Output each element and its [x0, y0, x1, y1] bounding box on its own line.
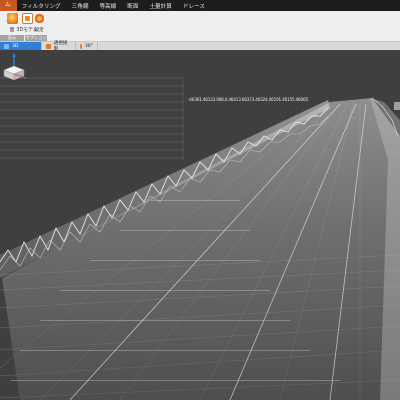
- ribbon: 面 3Dモデル 設定 表示 オプション: [0, 11, 400, 42]
- settings-gear-icon: [33, 13, 45, 24]
- ribbon-settings-label: 設定: [34, 28, 44, 33]
- ribbon-import-label: 面: [9, 28, 15, 33]
- menu-item-home[interactable]: ム: [0, 0, 17, 11]
- perspective-icon: [46, 43, 51, 49]
- angle-icon: [80, 43, 82, 49]
- view-tab-bar: 3D 透視投影 30°: [0, 41, 400, 52]
- point-cloud-render: [0, 77, 400, 400]
- tab-3d-label: 3D: [12, 43, 19, 49]
- menu-item-earthwork[interactable]: 土量計算: [144, 2, 177, 10]
- tab-angle-label: 30°: [84, 43, 93, 49]
- menu-bar: ム フィルタリング 三角網 等高線 断面 土量計算 ドレース: [0, 0, 400, 11]
- road-surface: [2, 98, 400, 400]
- menu-item-section[interactable]: 断面: [122, 2, 144, 10]
- background-grid: [0, 77, 184, 160]
- 3d-viewport[interactable]: -46361.46133.068,0.46413.68373.46324.461…: [0, 50, 400, 400]
- menu-item-contour[interactable]: 等高線: [94, 2, 122, 10]
- tab-3d[interactable]: 3D: [0, 42, 42, 50]
- tab-angle[interactable]: 30°: [76, 42, 98, 50]
- ribbon-settings-button[interactable]: 設定: [29, 12, 49, 34]
- ribbon-group-options: オプション: [25, 35, 47, 41]
- menu-item-triangulation[interactable]: 三角網: [67, 2, 95, 10]
- coordinate-readout: -46361.46133.068,0.46413.68373.46324.461…: [188, 97, 308, 102]
- axis-gizmo-icon[interactable]: [0, 50, 32, 82]
- tab-perspective[interactable]: 透視投影: [42, 41, 76, 52]
- ribbon-group-view: 表示: [0, 35, 24, 41]
- menu-item-filtering[interactable]: フィルタリング: [17, 2, 67, 10]
- view-3d-icon: [4, 43, 9, 49]
- menu-item-trace[interactable]: ドレース: [178, 2, 211, 10]
